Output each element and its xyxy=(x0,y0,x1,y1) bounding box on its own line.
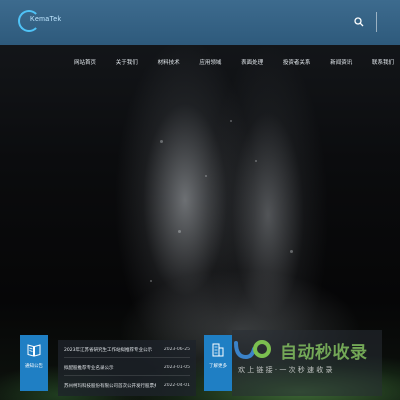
watermark-logo-icon xyxy=(234,340,271,360)
more-panel-label: 了解更多 xyxy=(209,364,227,369)
more-panel-tab[interactable]: 了解更多 xyxy=(204,335,232,391)
list-item[interactable]: 苏州柯玛科技股份有限公司首次公开发行股票并... 2022-04-01 xyxy=(64,378,190,393)
site-header: KemaTek xyxy=(0,0,400,45)
mist-spray xyxy=(150,280,152,282)
mist-spray xyxy=(178,230,181,233)
nav-item-home[interactable]: 网站首页 xyxy=(74,58,96,70)
building-icon xyxy=(212,343,224,357)
mist-spray xyxy=(290,250,293,253)
notice-date: 2022-04-01 xyxy=(163,383,190,388)
logo-text: KemaTek xyxy=(30,16,62,23)
notice-list: 2023年江苏省研究生工作站拟推荐专业公示 2023-06-25 拟配股推荐专业… xyxy=(58,340,196,396)
nav-item-about[interactable]: 关于我们 xyxy=(116,58,138,70)
site-logo[interactable]: KemaTek xyxy=(18,10,62,34)
nav-item-news[interactable]: 新闻资讯 xyxy=(330,58,352,70)
book-icon xyxy=(27,344,41,357)
notice-panel-tab[interactable]: 通知公告 xyxy=(20,335,48,391)
nav-item-materials[interactable]: 材料技术 xyxy=(158,58,180,70)
notice-title: 苏州柯玛科技股份有限公司首次公开发行股票并... xyxy=(64,383,156,389)
notice-date: 2023-01-05 xyxy=(163,365,190,370)
nav-item-contact[interactable]: 联系我们 xyxy=(372,58,394,70)
nav-item-investors[interactable]: 投资者关系 xyxy=(283,58,311,70)
main-nav: 网站首页 关于我们 材料技术 应用领域 表面处理 投资者关系 新闻资讯 联系我们 xyxy=(74,58,394,70)
header-divider xyxy=(376,12,377,32)
list-item[interactable]: 2023年江苏省研究生工作站拟推荐专业公示 2023-06-25 xyxy=(64,342,190,358)
list-item[interactable]: 拟配股推荐专业名录公示 2023-01-05 xyxy=(64,360,190,376)
mist-spray xyxy=(160,140,163,143)
search-icon[interactable] xyxy=(354,17,364,27)
notice-date: 2023-06-25 xyxy=(163,347,190,352)
notice-panel-label: 通知公告 xyxy=(25,364,43,369)
notice-title: 拟配股推荐专业名录公示 xyxy=(64,365,114,371)
mist-spray xyxy=(205,175,207,177)
mist-spray xyxy=(255,160,257,162)
watermark-text: 自动秒收录 xyxy=(280,343,368,363)
watermark-subtext: 欢 上 链 接 · 一 次 秒 速 收 录 xyxy=(238,366,333,374)
nav-item-applications[interactable]: 应用领域 xyxy=(199,58,221,70)
mist-spray xyxy=(230,120,232,122)
nav-item-surface[interactable]: 表面处理 xyxy=(241,58,263,70)
notice-title: 2023年江苏省研究生工作站拟推荐专业公示 xyxy=(64,347,152,353)
